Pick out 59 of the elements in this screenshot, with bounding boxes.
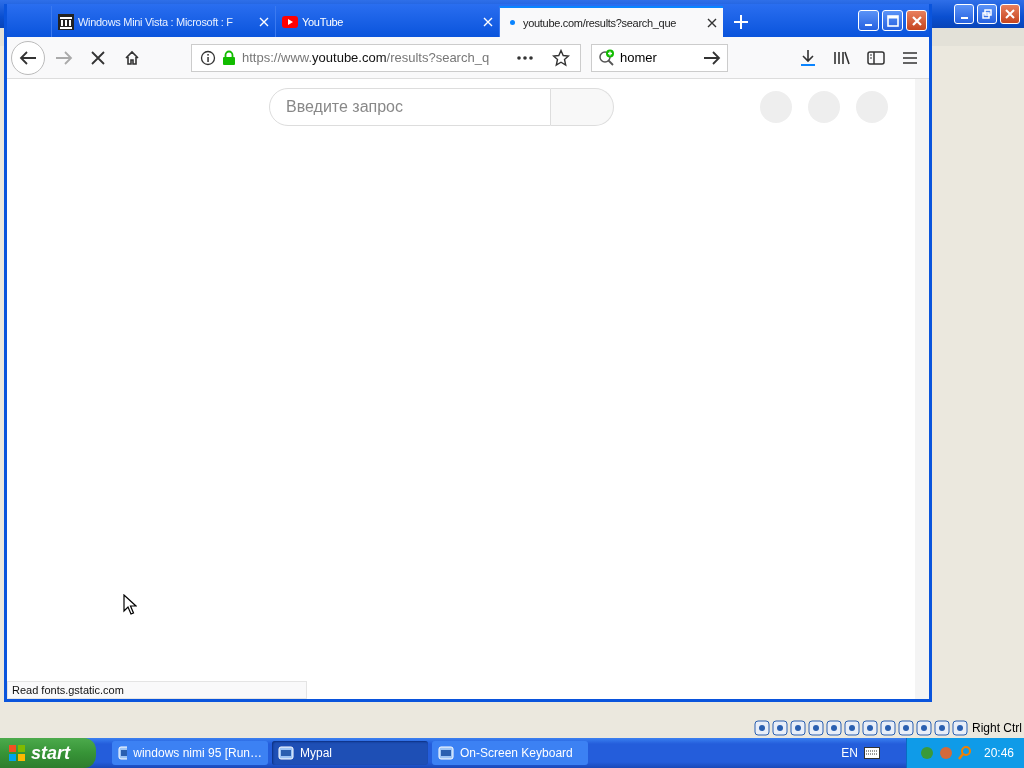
forward-arrow-icon <box>55 49 73 66</box>
start-button[interactable]: start <box>0 738 96 768</box>
status-icon[interactable] <box>772 720 788 736</box>
browser-tab[interactable]: youtube.com/results?search_que <box>499 6 723 37</box>
status-icon[interactable] <box>862 720 878 736</box>
status-icon[interactable] <box>880 720 896 736</box>
search-field[interactable]: Введите запрос <box>269 88 551 126</box>
minimize-icon <box>960 17 968 19</box>
lock-icon <box>222 49 236 66</box>
keyboard-icon[interactable] <box>863 747 880 759</box>
status-icon[interactable] <box>754 720 770 736</box>
taskbar-button[interactable]: Mypal <box>272 741 428 765</box>
host-key-label: Right Ctrl <box>972 721 1022 735</box>
status-icon[interactable] <box>844 720 860 736</box>
mouse-pointer-icon <box>123 594 137 616</box>
app-icon <box>118 745 128 761</box>
back-arrow-icon <box>19 49 37 66</box>
maximize-icon <box>886 14 899 27</box>
info-icon <box>200 49 216 66</box>
search-field[interactable]: homer <box>591 43 728 72</box>
app-icon <box>278 745 294 761</box>
back-button[interactable] <box>11 40 45 75</box>
tab-title: Windows Mini Vista : Microsoft : F <box>78 15 234 28</box>
status-icon[interactable] <box>790 720 806 736</box>
app-icon <box>438 745 454 761</box>
taskbar-button[interactable]: windows nimi 95 [Run… <box>112 741 268 765</box>
home-icon <box>124 49 140 66</box>
maximize-button[interactable] <box>882 10 903 31</box>
close-icon <box>910 14 923 27</box>
stop-icon <box>90 49 106 66</box>
arrow-icon <box>703 49 721 66</box>
taskbar-button[interactable]: On-Screen Keyboard <box>432 741 588 765</box>
url-text: https://www.youtube.com/results?search_q <box>242 50 491 65</box>
clock: 20:46 <box>983 746 1014 760</box>
status-icon[interactable] <box>826 720 842 736</box>
play-icon <box>282 15 298 28</box>
tab-title: YouTube <box>302 15 345 28</box>
status-icon[interactable] <box>952 720 968 736</box>
building-icon <box>58 13 74 30</box>
address-bar[interactable]: https://www.youtube.com/results?search_q <box>191 43 581 72</box>
loading-dot-icon <box>510 20 515 25</box>
minimize-button[interactable] <box>954 4 974 24</box>
status-icon[interactable] <box>934 720 950 736</box>
close-button[interactable] <box>1000 4 1020 24</box>
minimize-button[interactable] <box>858 10 879 31</box>
tab-title: youtube.com/results?search_que <box>523 16 678 29</box>
scrollbar[interactable] <box>915 79 929 699</box>
status-icon[interactable] <box>916 720 932 736</box>
search-icon <box>598 48 616 67</box>
status-icon[interactable] <box>808 720 824 736</box>
restore-button[interactable] <box>977 4 997 24</box>
windows-logo-icon <box>8 744 26 762</box>
restore-icon <box>982 9 992 19</box>
close-button[interactable] <box>906 10 927 31</box>
minimize-icon <box>865 23 872 26</box>
language-indicator[interactable]: EN <box>841 746 858 760</box>
status-text: Read fonts.gstatic.com <box>7 681 307 699</box>
status-icon[interactable] <box>898 720 914 736</box>
close-icon <box>1005 9 1015 19</box>
